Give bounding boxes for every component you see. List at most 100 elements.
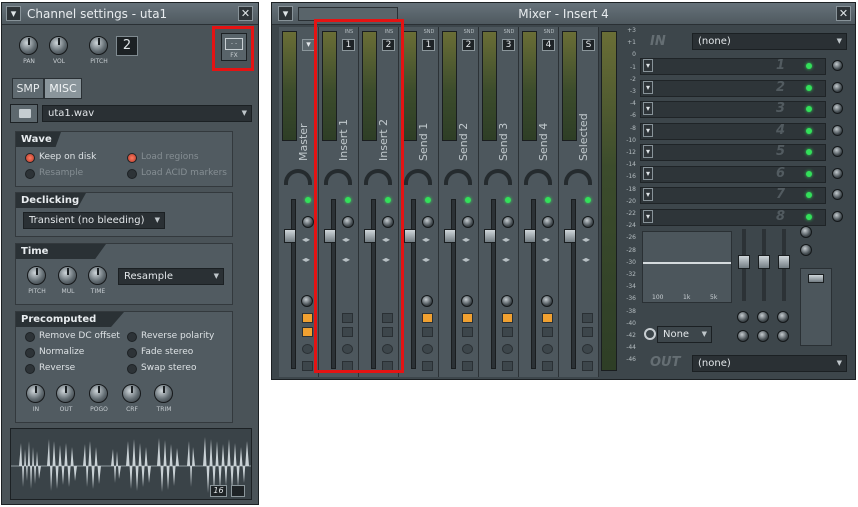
strip-rec-icon[interactable] [422,344,433,354]
strip-stereo-knob[interactable] [462,216,474,228]
eq-knob-1[interactable] [737,311,749,323]
strip-fx-button[interactable] [582,327,593,337]
strip-stereo-knob[interactable] [422,216,434,228]
strip-link-icon[interactable]: ◂▸ [422,255,433,265]
effect-slot[interactable]: ▾ 7 [640,187,826,204]
strip-active-led[interactable] [465,197,471,203]
strip-fx-button[interactable] [462,327,473,337]
out-knob[interactable] [56,384,75,403]
effect-slot[interactable]: ▾ 6 [640,165,826,183]
pan-arc[interactable] [484,169,512,185]
reverse-polarity-radio[interactable] [127,332,137,342]
declicking-select[interactable]: Transient (no bleeding) [23,212,165,229]
pan-arc[interactable] [564,169,592,185]
keep-on-disk-radio[interactable] [25,153,35,163]
normalize-radio[interactable] [25,348,35,358]
strip-route-button[interactable] [502,313,513,323]
strip-fx-button[interactable] [422,327,433,337]
slot-enabled-led[interactable] [806,63,812,69]
strip-fader-handle[interactable] [404,229,416,243]
ts-time-knob[interactable] [88,266,107,285]
strip-fader-handle[interactable] [484,229,496,243]
slot-menu-icon[interactable]: ▾ [643,80,653,94]
slot-menu-icon[interactable]: ▾ [643,102,653,115]
strip-fader-handle[interactable] [524,229,536,243]
eq-graph[interactable]: 100 1k 5k [642,231,732,303]
remove-dc-radio[interactable] [25,332,35,342]
strip-swap-icon[interactable]: ◂▸ [502,235,513,245]
strip-stereo-knob[interactable] [582,216,594,228]
load-regions-radio[interactable] [127,153,137,163]
strip-active-led[interactable] [305,197,311,203]
slot-mix-knob[interactable] [832,81,843,93]
strip-fader[interactable] [451,199,456,369]
eq-knob-5[interactable] [757,330,769,342]
strip-number[interactable]: S [582,39,595,51]
strip-link-icon[interactable]: ◂▸ [502,255,513,265]
strip-fader[interactable] [571,199,576,369]
crf-knob[interactable] [122,384,141,403]
strip-rec-icon[interactable] [502,344,513,354]
swap-stereo-radio[interactable] [127,364,137,374]
mixer-strip[interactable]: SND 4 Send 4 ◂▸ ◂▸ [519,27,559,377]
tab-misc[interactable]: MISC [44,78,82,99]
strip-save-icon[interactable] [462,361,473,371]
strip-save-icon[interactable] [542,361,553,371]
channel-titlebar[interactable]: ▾ Channel settings - uta1 ✕ [2,3,258,25]
in-knob[interactable] [26,384,45,403]
eq-band-handle-1[interactable] [738,255,750,269]
strip-route-button[interactable] [462,313,473,323]
slot-mix-knob[interactable] [832,189,843,200]
effect-slot[interactable]: ▾ 3 [640,101,826,118]
slot-mix-knob[interactable] [832,210,843,222]
strip-save-icon[interactable] [502,361,513,371]
effect-slot[interactable]: ▾ 4 [640,122,826,140]
eq-knob-3[interactable] [777,311,789,323]
slot-mix-knob[interactable] [832,124,843,136]
strip-rec-icon[interactable] [462,344,473,354]
strip-fader-handle[interactable] [284,229,296,243]
slot-mix-knob[interactable] [832,167,843,179]
strip-active-led[interactable] [505,197,511,203]
strip-fx-button[interactable] [302,327,313,337]
strip-fader[interactable] [491,199,496,369]
effect-slot[interactable]: ▾ 1 [640,58,826,75]
ts-pitch-knob[interactable] [27,266,46,285]
strip-send-knob[interactable] [541,295,553,307]
strip-route-button[interactable] [302,313,313,323]
effect-slot[interactable]: ▾ 5 [640,144,826,161]
strip-swap-icon[interactable]: ◂▸ [302,235,313,245]
volume-knob[interactable] [49,36,68,55]
strip-rec-icon[interactable] [582,344,593,354]
trim-knob[interactable] [154,384,173,403]
tab-smp[interactable]: SMP [12,78,44,99]
waveform-display[interactable]: 16 [10,428,252,500]
slot-enabled-led[interactable] [806,149,812,155]
strip-stereo-knob[interactable] [302,216,314,228]
strip-route-button[interactable] [582,313,593,323]
side-fader-handle[interactable] [808,274,824,283]
eq-knob-2[interactable] [757,311,769,323]
slot-mix-knob[interactable] [832,103,843,114]
strip-swap-icon[interactable]: ◂▸ [422,235,433,245]
strip-link-icon[interactable]: ◂▸ [582,255,593,265]
strip-send-knob[interactable] [421,295,433,307]
pan-arc[interactable] [404,169,432,185]
slot-menu-icon[interactable]: ▾ [643,59,653,72]
strip-route-button[interactable] [422,313,433,323]
effect-slot[interactable]: ▾ 2 [640,79,826,97]
strip-link-icon[interactable]: ◂▸ [462,255,473,265]
strip-save-icon[interactable] [302,361,313,371]
strip-link-icon[interactable]: ◂▸ [302,255,313,265]
load-acid-markers-radio[interactable] [127,169,137,179]
slot-menu-icon[interactable]: ▾ [643,123,653,137]
slot-enabled-led[interactable] [806,127,812,134]
eq-band-handle-3[interactable] [778,255,790,269]
mixer-strip[interactable]: SND 1 Send 1 ◂▸ ◂▸ [399,27,439,377]
strip-fader[interactable] [411,199,416,369]
strip-fx-button[interactable] [542,327,553,337]
folder-button[interactable] [10,104,38,123]
ts-mul-knob[interactable] [58,266,77,285]
vol-side-knob[interactable] [800,244,812,256]
strip-number[interactable]: 1 [422,39,435,51]
